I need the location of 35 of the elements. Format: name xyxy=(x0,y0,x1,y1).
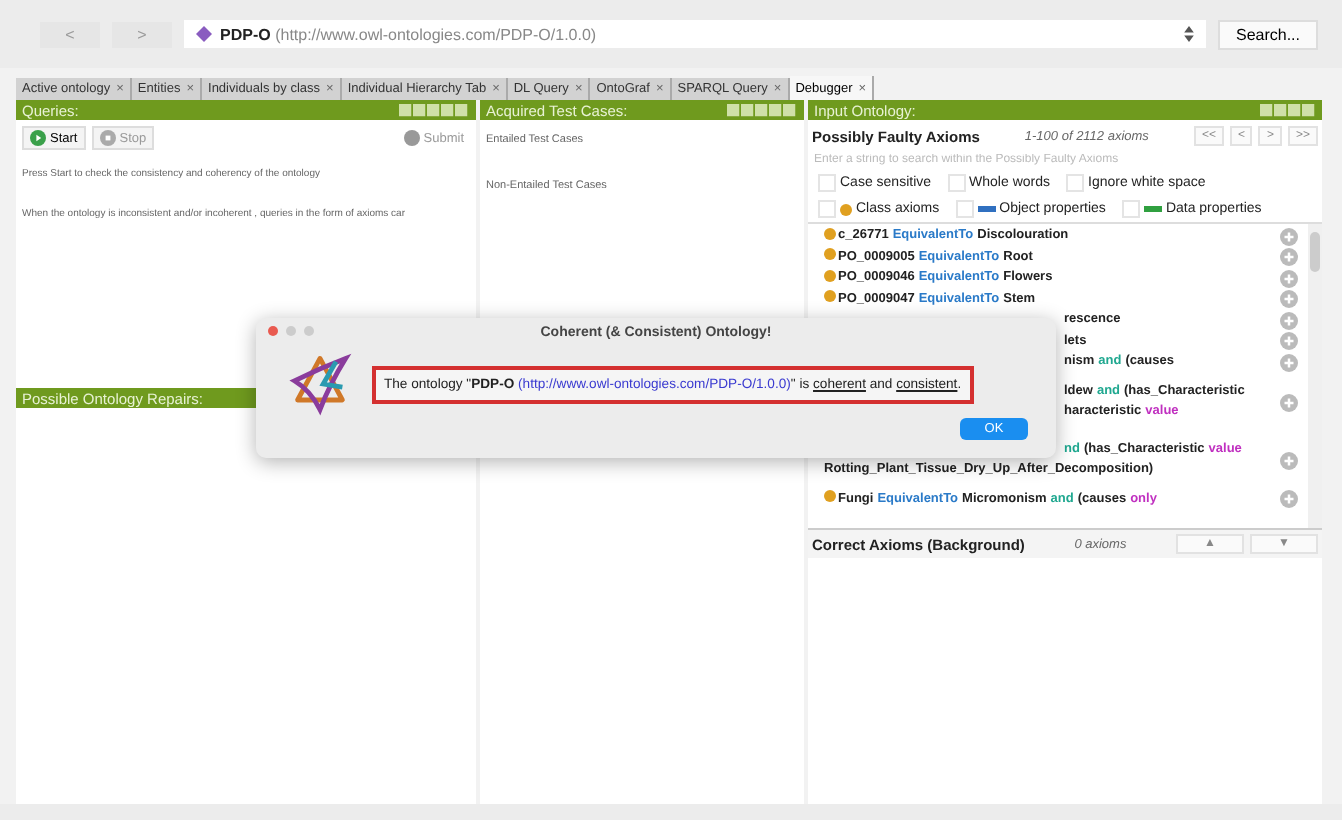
window-controls-icon[interactable] xyxy=(268,326,314,336)
class-dot-icon xyxy=(824,269,836,281)
checkbox[interactable] xyxy=(947,174,966,192)
add-icon[interactable] xyxy=(1280,290,1298,309)
triangle-knot-logo-icon xyxy=(288,352,352,416)
panel-controls-icon xyxy=(398,103,470,117)
play-icon xyxy=(30,130,46,146)
forward-button[interactable]: > xyxy=(112,21,172,47)
class-dot-icon xyxy=(824,227,836,239)
checkbox[interactable] xyxy=(1066,174,1084,192)
back-button[interactable]: < xyxy=(40,21,100,47)
stop-icon xyxy=(99,130,116,146)
dropdown-arrows-icon xyxy=(1183,26,1194,42)
class-dot-icon xyxy=(824,248,836,260)
add-icon[interactable] xyxy=(1280,490,1298,509)
add-icon[interactable] xyxy=(1280,227,1298,246)
class-dot-icon xyxy=(824,290,836,302)
search-button[interactable]: Search... xyxy=(1217,19,1318,49)
add-icon[interactable] xyxy=(1280,393,1298,411)
panel-controls-icon xyxy=(1260,103,1316,117)
add-icon[interactable] xyxy=(1280,269,1298,288)
checkbox[interactable] xyxy=(818,174,836,192)
add-icon[interactable] xyxy=(1280,451,1298,469)
checkbox[interactable] xyxy=(955,200,974,218)
diamond-icon xyxy=(196,26,212,42)
checkbox[interactable] xyxy=(818,200,836,218)
ontology-address-field[interactable]: PDP-O (http://www.owl-ontologies.com/PDP-O/1.0.0) xyxy=(184,20,1206,48)
panel-controls-icon xyxy=(726,103,798,117)
class-dot-icon xyxy=(824,490,836,502)
add-icon[interactable] xyxy=(1280,332,1298,351)
checkbox[interactable] xyxy=(1121,200,1140,218)
add-icon[interactable] xyxy=(1280,353,1298,372)
circle-icon xyxy=(403,130,420,146)
add-icon[interactable] xyxy=(1280,311,1298,330)
add-icon[interactable] xyxy=(1280,248,1298,267)
